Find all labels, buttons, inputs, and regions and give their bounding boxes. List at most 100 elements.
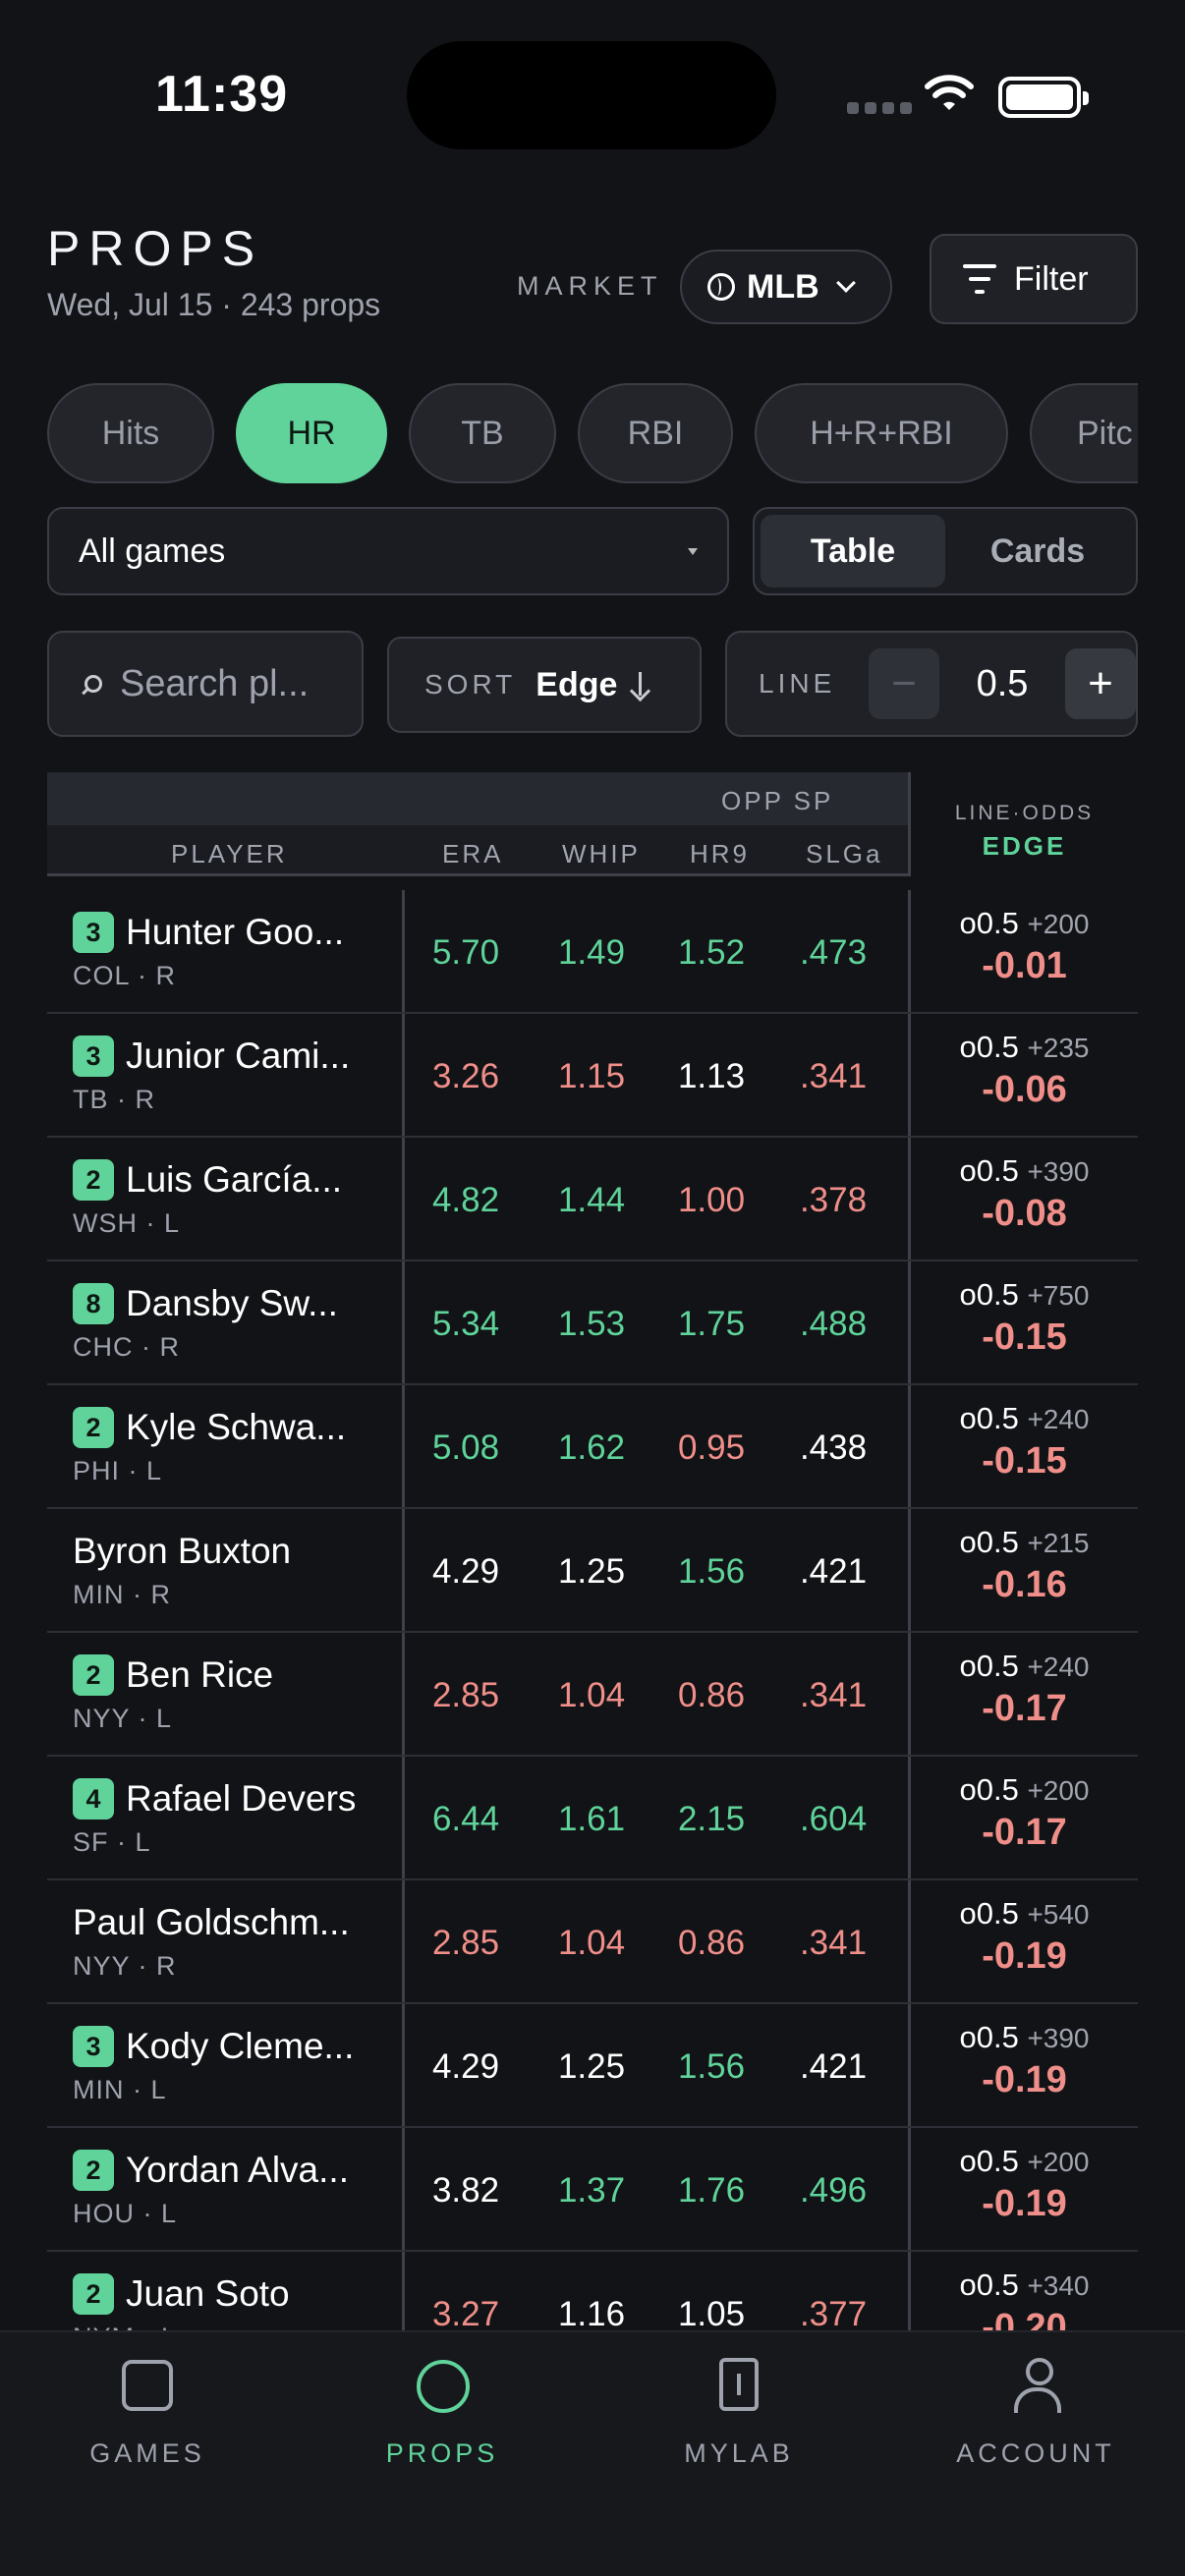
stat-era: 3.26 [431,1057,500,1095]
chip-tb[interactable]: TB [409,383,556,483]
player-badge: 8 [73,1283,114,1324]
bottom-nav: GAMES PROPS MYLAB ACCOUNT [0,2330,1185,2576]
odds-value: +215 [1027,1528,1090,1558]
player-name-line: 3 Hunter Goo... [73,912,344,953]
line-edge-cell: o0.5 +390 -0.08 [908,1138,1138,1260]
edge-value: -0.19 [982,2059,1067,2100]
player-team-hand: COL · R [73,961,177,990]
player-badge: 2 [73,1159,114,1201]
player-team-hand: HOU · L [73,2199,178,2228]
dynamic-island [407,41,776,149]
line-edge-cell: o0.5 +235 -0.06 [908,1014,1138,1136]
odds-value: +340 [1027,2270,1090,2301]
chip-label: H+R+RBI [810,414,953,452]
table-row[interactable]: 2 Juan Soto NYM · L 3.27 1.16 1.05 .377 o0.5 +3… [47,2252,1138,2330]
player-name: Kody Cleme... [126,2026,355,2066]
col-header-hr9[interactable]: HR9 [690,839,750,869]
chip-pitcher[interactable]: Pitc [1030,383,1138,483]
line-increment-button[interactable]: + [1065,648,1136,719]
stat-era: 5.34 [431,1305,500,1343]
stat-slga: .488 [799,1305,868,1343]
player-badge: 2 [73,2150,114,2191]
table-row[interactable]: 3 Kody Cleme... MIN · L 4.29 1.25 1.56 .421 o0.… [47,2004,1138,2128]
player-badge: 2 [73,2273,114,2315]
view-cards-button[interactable]: Cards [945,515,1130,588]
stat-era: 2.85 [431,1924,500,1962]
chevron-down-icon [835,273,856,293]
search-input[interactable]: Search pl... [47,631,364,737]
nav-mylab[interactable]: MYLAB [621,2332,857,2576]
nav-account[interactable]: ACCOUNT [918,2332,1154,2576]
table-row[interactable]: 2 Yordan Alva... HOU · L 3.82 1.37 1.76 .496 o0… [47,2128,1138,2252]
stat-era: 6.44 [431,1800,500,1838]
player-cell: 3 Junior Cami... TB · R [47,1014,405,1136]
filter-button[interactable]: Filter [930,234,1138,324]
odds-value: +750 [1027,1280,1090,1311]
table-row[interactable]: Byron Buxton MIN · R 4.29 1.25 1.56 .421 o0.5 … [47,1509,1138,1633]
chip-rbi[interactable]: RBI [578,383,733,483]
stat-whip: 1.25 [557,2047,626,2086]
col-header-player[interactable]: PLAYER [171,839,288,869]
nav-games[interactable]: GAMES [29,2332,265,2576]
player-team-hand: MIN · L [73,2075,167,2104]
chip-hr[interactable]: HR [236,383,387,483]
line-edge-cell: o0.5 +540 -0.19 [908,1880,1138,2002]
line-odds: o0.5 +750 [911,1277,1138,1313]
line-odds: o0.5 +240 [911,1401,1138,1436]
stat-whip: 1.44 [557,1181,626,1219]
line-odds: o0.5 +200 [911,906,1138,941]
baseball-icon [707,273,735,301]
chip-h-r-rbi[interactable]: H+R+RBI [755,383,1008,483]
nav-props[interactable]: PROPS [324,2332,560,2576]
player-cell: 4 Rafael Devers SF · L [47,1757,405,1878]
stat-hr9: 1.56 [677,1552,746,1591]
stat-hr9: 1.13 [677,1057,746,1095]
stat-slga: .421 [799,1552,868,1591]
player-name-line: Paul Goldschm... [73,1902,350,1943]
odds-value: +240 [1027,1652,1090,1682]
line-edge-cell: o0.5 +200 -0.19 [908,2128,1138,2250]
table-row[interactable]: 3 Junior Cami... TB · R 3.26 1.15 1.13 .341 o0.… [47,1014,1138,1138]
chip-hits[interactable]: Hits [47,383,214,483]
edge-column-header[interactable]: LINE·ODDS EDGE [908,772,1138,876]
player-cell: 2 Kyle Schwa... PHI · L [47,1385,405,1507]
edge-value: -0.01 [982,945,1067,986]
table-row[interactable]: 2 Kyle Schwa... PHI · L 5.08 1.62 0.95 .438 o0.… [47,1385,1138,1509]
search-icon [85,675,102,693]
nav-label: MYLAB [684,2438,794,2468]
stat-whip: 1.62 [557,1428,626,1467]
market-label: MARKET [517,271,663,301]
player-name-line: Byron Buxton [73,1531,291,1572]
line-value: o0.5 [959,2268,1019,2302]
line-odds: o0.5 +200 [911,2144,1138,2179]
player-name: Yordan Alva... [126,2150,349,2190]
sort-button[interactable]: SORT Edge [387,637,702,733]
col-header-whip[interactable]: WHIP [562,839,641,869]
table-row[interactable]: 8 Dansby Sw... CHC · R 5.34 1.53 1.75 .488 o0.5… [47,1261,1138,1385]
player-name-line: 8 Dansby Sw... [73,1283,338,1324]
stat-hr9: 1.76 [677,2171,746,2210]
line-value: o0.5 [959,1896,1019,1931]
table-row[interactable]: Paul Goldschm... NYY · R 2.85 1.04 0.86 .341 o… [47,1880,1138,2004]
col-header-era[interactable]: ERA [442,839,503,869]
player-name-line: 2 Juan Soto [73,2273,290,2315]
games-select[interactable]: All games [47,507,729,595]
table-row[interactable]: 2 Ben Rice NYY · L 2.85 1.04 0.86 .341 o0.5 +24… [47,1633,1138,1757]
stat-slga: .604 [799,1800,868,1838]
table-row[interactable]: 2 Luis García... WSH · L 4.82 1.44 1.00 .378 o0… [47,1138,1138,1261]
player-name: Ben Rice [126,1654,274,1695]
line-stepper: LINE − 0.5 + [725,631,1138,737]
table-row[interactable]: 4 Rafael Devers SF · L 6.44 1.61 2.15 .604 o0.5… [47,1757,1138,1880]
stat-category-chips: Hits HR TB RBI H+R+RBI Pitc [47,383,1138,483]
line-value: o0.5 [959,1277,1019,1312]
player-team-hand: CHC · R [73,1332,180,1362]
col-header-slga[interactable]: SLGa [806,839,883,869]
player-name-line: 2 Ben Rice [73,1654,273,1696]
player-badge: 4 [73,1778,114,1820]
table-row[interactable]: 3 Hunter Goo... COL · R 5.70 1.49 1.52 .473 o0.… [47,890,1138,1014]
edge-value: -0.06 [982,1069,1067,1110]
stat-era: 4.29 [431,1552,500,1591]
market-select[interactable]: MLB [680,250,892,324]
view-table-button[interactable]: Table [761,515,945,588]
line-decrement-button[interactable]: − [869,648,939,719]
